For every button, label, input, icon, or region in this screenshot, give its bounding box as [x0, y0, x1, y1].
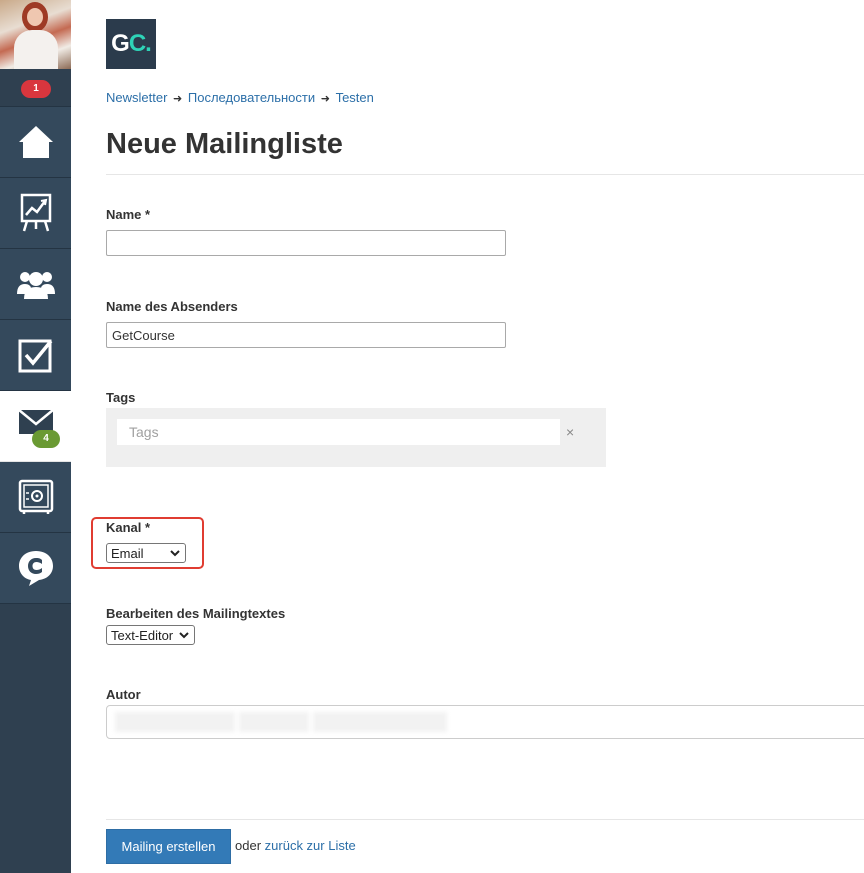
author-input[interactable] [106, 705, 864, 739]
footer-divider [106, 819, 864, 820]
sidebar-item-users[interactable] [0, 249, 71, 320]
tags-label: Tags [106, 390, 136, 405]
notification-badge[interactable]: 1 [21, 80, 51, 98]
page-title: Neue Mailingliste [106, 128, 343, 160]
back-to-list-link[interactable]: zurück zur Liste [265, 838, 356, 853]
name-label: Name * [106, 207, 151, 222]
footer-text: oder zurück zur Liste [235, 838, 356, 853]
channel-label: Kanal * [106, 520, 151, 535]
breadcrumb-newsletter[interactable]: Newsletter [106, 90, 167, 105]
sender-name-input[interactable] [106, 322, 506, 348]
sidebar: 1 4 [0, 0, 71, 873]
editor-label: Bearbeiten des Mailingtextes [106, 606, 286, 621]
sidebar-item-statistics[interactable] [0, 178, 71, 249]
blurred-content [313, 712, 447, 732]
channel-select[interactable]: Email [106, 543, 186, 563]
blurred-content [115, 712, 235, 732]
sidebar-item-chat[interactable] [0, 533, 71, 604]
title-divider [106, 174, 864, 175]
author-label: Autor [106, 687, 141, 702]
channel-select-value: Email [111, 545, 144, 561]
home-icon [18, 126, 53, 158]
sidebar-item-tasks[interactable] [0, 320, 71, 391]
breadcrumb-sequences[interactable]: Последовательности [188, 90, 315, 105]
name-input[interactable] [106, 230, 506, 256]
breadcrumb-separator: ➜ [173, 93, 183, 105]
chevron-down-icon [170, 550, 180, 557]
blurred-content [239, 712, 309, 732]
breadcrumb: Newsletter ➜ Последовательности ➜ Testen [106, 90, 374, 105]
breadcrumb-testen[interactable]: Testen [336, 90, 374, 105]
avatar[interactable] [0, 0, 71, 69]
breadcrumb-separator: ➜ [320, 93, 330, 105]
chat-logo-icon [18, 551, 53, 586]
sidebar-item-home[interactable] [0, 107, 71, 178]
sender-name-label: Name des Absenders [106, 299, 238, 314]
chart-board-icon [20, 193, 51, 232]
checkbox-icon [18, 339, 52, 373]
sidebar-item-safe[interactable] [0, 462, 71, 533]
editor-select-value: Text-Editor [111, 627, 174, 643]
safe-icon [18, 479, 53, 514]
getcourse-logo[interactable]: GC. [106, 19, 156, 69]
tags-input[interactable] [117, 419, 560, 445]
sidebar-item-mail[interactable]: 4 [0, 391, 71, 462]
users-icon [16, 272, 55, 299]
mail-count-badge: 4 [32, 430, 60, 448]
editor-select[interactable]: Text-Editor [106, 625, 195, 645]
tags-clear-icon[interactable]: × [566, 424, 574, 440]
or-text: oder [235, 838, 262, 853]
create-mailing-button[interactable]: Mailing erstellen [106, 829, 231, 864]
chevron-down-icon [179, 632, 189, 639]
